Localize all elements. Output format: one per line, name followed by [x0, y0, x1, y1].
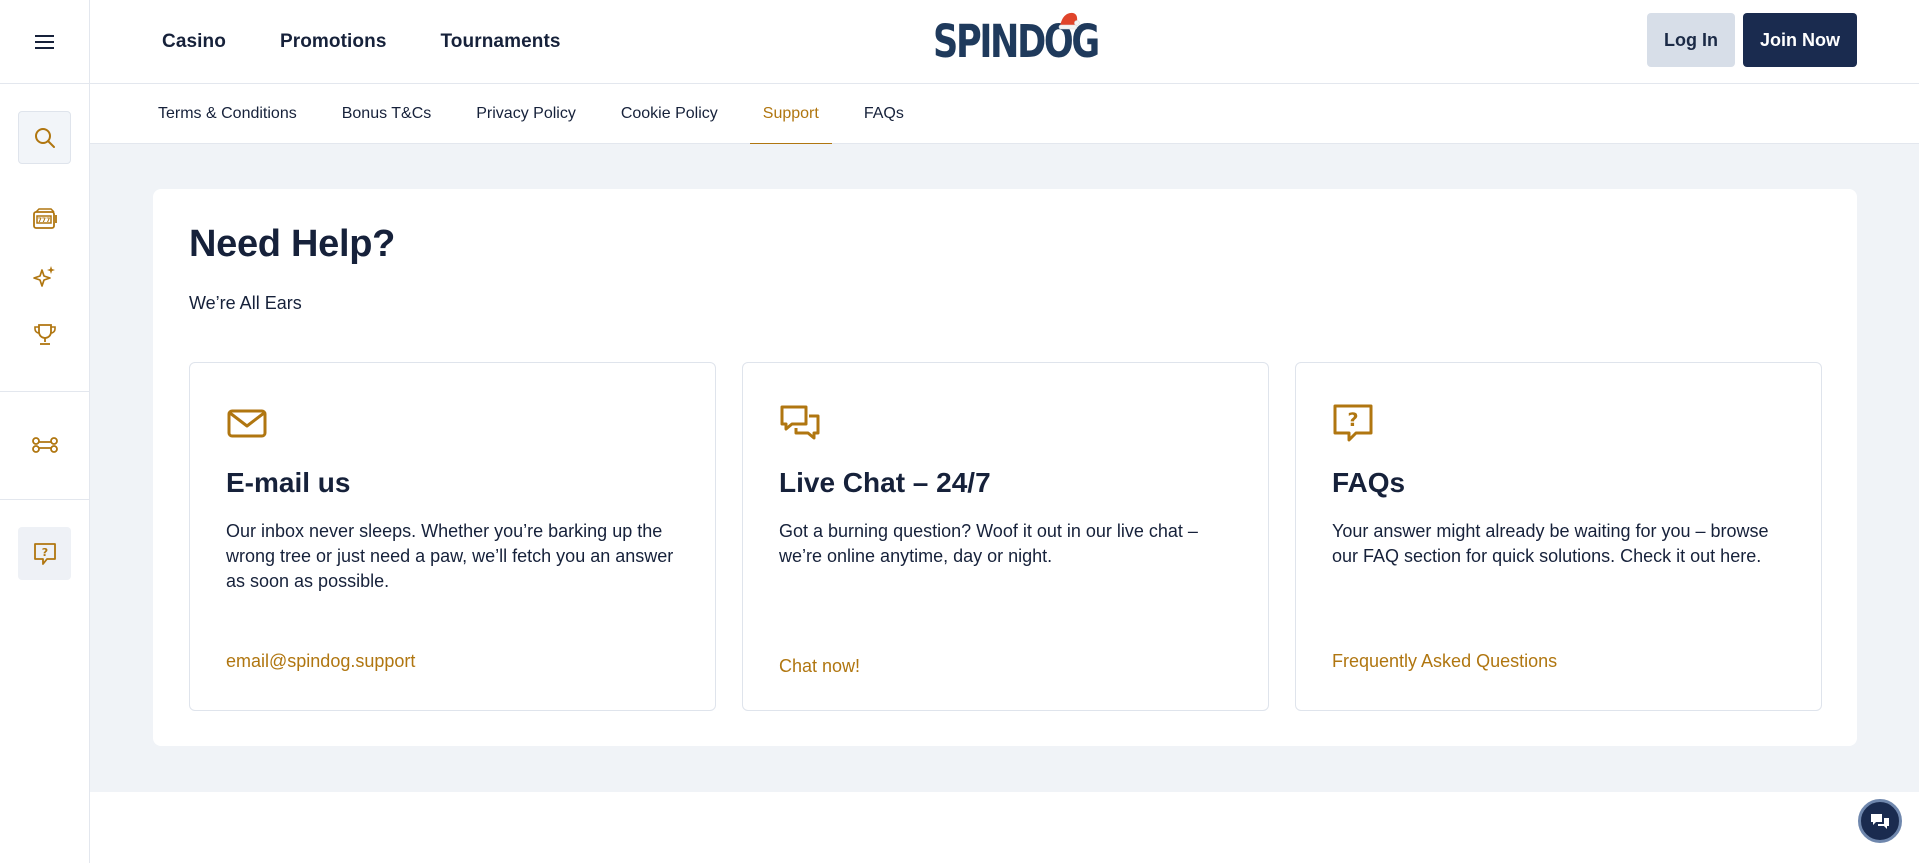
svg-text:?: ? [41, 546, 47, 559]
tab-privacy-policy[interactable]: Privacy Policy [463, 84, 589, 144]
top-header: Casino Promotions Tournaments SPINDOG Lo… [90, 0, 1919, 84]
chat-now-link[interactable]: Chat now! [779, 656, 860, 677]
menu-icon [34, 34, 54, 49]
tab-bonus-tcs[interactable]: Bonus T&Cs [329, 84, 445, 144]
question-bubble-icon: ? [1333, 404, 1373, 442]
chat-icon [1871, 814, 1889, 829]
svg-text:?: ? [1347, 409, 1358, 431]
tab-support[interactable]: Support [749, 84, 832, 145]
login-button[interactable]: Log In [1647, 13, 1735, 67]
bone-icon [32, 437, 58, 453]
bone-rail-button[interactable] [24, 424, 66, 466]
casino-rail-button[interactable]: 777 [24, 198, 66, 240]
help-rail-button[interactable]: ? [18, 527, 71, 580]
spindog-logo[interactable]: SPINDOG [933, 12, 1100, 68]
nav-promotions[interactable]: Promotions [280, 31, 387, 53]
tournaments-rail-button[interactable] [24, 314, 66, 356]
slot-machine-icon: 777 [33, 208, 57, 229]
nav-tournaments[interactable]: Tournaments [441, 31, 561, 53]
card-text: Your answer might already be waiting for… [1332, 521, 1769, 566]
tab-terms-conditions[interactable]: Terms & Conditions [145, 84, 310, 144]
legal-subnav: Terms & Conditions Bonus T&Cs Privacy Po… [90, 84, 1919, 145]
rail-divider [0, 499, 89, 500]
envelope-icon [227, 409, 267, 438]
trophy-icon [34, 324, 56, 345]
promotions-rail-button[interactable] [24, 256, 66, 298]
page-title: Need Help? [189, 223, 396, 265]
menu-button[interactable] [0, 0, 89, 84]
email-link[interactable]: email@spindog.support [226, 651, 415, 672]
rail-divider [0, 391, 89, 392]
faq-link[interactable]: Frequently Asked Questions [1332, 651, 1557, 672]
join-now-button[interactable]: Join Now [1743, 13, 1857, 67]
chat-bubbles-icon [780, 405, 820, 440]
tab-cookie-policy[interactable]: Cookie Policy [608, 84, 731, 144]
page-subtitle: We’re All Ears [189, 293, 302, 313]
card-title: Live Chat – 24/7 [779, 467, 991, 498]
card-title: FAQs [1332, 467, 1406, 498]
santa-hat-icon [1058, 12, 1080, 30]
tab-faqs[interactable]: FAQs [851, 84, 917, 144]
main-nav: Casino Promotions Tournaments [162, 0, 561, 84]
live-chat-card: Live Chat – 24/7 Got a burning question?… [742, 362, 1269, 711]
search-icon [34, 127, 55, 148]
card-title: E-mail us [226, 467, 351, 498]
left-rail: 777 ? [0, 0, 90, 863]
chat-launcher-button[interactable] [1858, 799, 1902, 843]
card-text: Our inbox never sleeps. Whether you’re b… [226, 521, 674, 591]
email-card: E-mail us Our inbox never sleeps. Whethe… [189, 362, 716, 711]
sparkles-icon [33, 266, 55, 287]
help-panel: Need Help? We’re All Ears E-mail us Our … [153, 189, 1857, 746]
svg-text:777: 777 [38, 217, 51, 224]
faqs-card: ? FAQs Your answer might already be wait… [1295, 362, 1822, 711]
main-content: Need Help? We’re All Ears E-mail us Our … [90, 144, 1919, 792]
card-text: Got a burning question? Woof it out in o… [779, 521, 1198, 566]
search-button[interactable] [18, 111, 71, 164]
nav-casino[interactable]: Casino [162, 31, 226, 53]
help-question-icon: ? [33, 542, 56, 565]
